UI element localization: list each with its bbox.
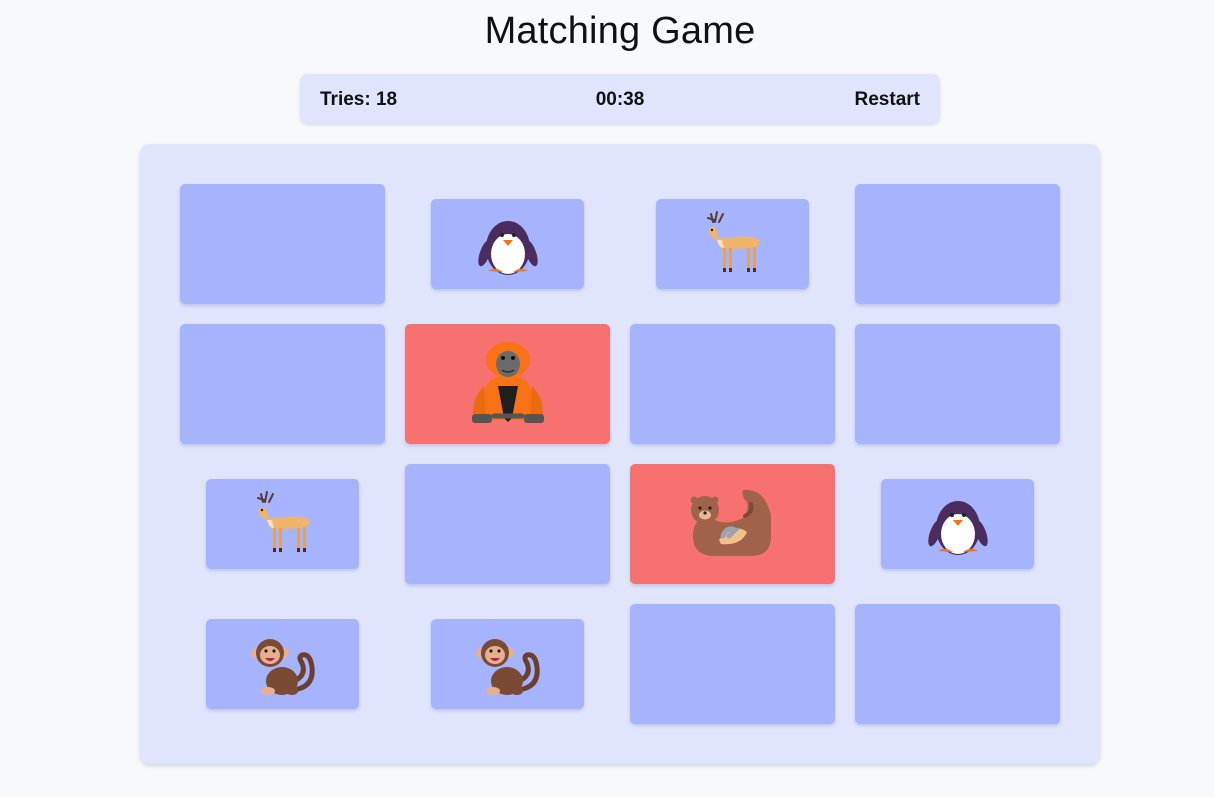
card-face-down[interactable] xyxy=(180,324,385,444)
orangutan-icon xyxy=(471,342,544,423)
monkey-icon xyxy=(250,639,315,695)
card-face-down[interactable] xyxy=(180,184,385,304)
card-flipped-orangutan xyxy=(405,324,610,444)
card-face-down[interactable] xyxy=(630,604,835,724)
card-face-down[interactable] xyxy=(855,604,1060,724)
card-face-down[interactable] xyxy=(855,184,1060,304)
deer-icon xyxy=(256,491,309,552)
card-flipped-otter xyxy=(630,464,835,584)
card-face-down[interactable] xyxy=(405,464,610,584)
card-matched-penguin xyxy=(881,479,1034,569)
penguin-icon xyxy=(477,221,538,275)
restart-button[interactable]: Restart xyxy=(855,89,920,111)
card-matched-deer xyxy=(656,199,809,289)
card-matched-monkey xyxy=(206,619,359,709)
status-bar: Tries: 18 00:38 Restart xyxy=(300,74,940,124)
card-matched-deer xyxy=(206,479,359,569)
deer-icon xyxy=(706,211,759,272)
timer: 00:38 xyxy=(595,89,645,110)
page-title: Matching Game xyxy=(484,10,756,52)
card-face-down[interactable] xyxy=(855,324,1060,444)
card-matched-penguin xyxy=(431,199,584,289)
penguin-icon xyxy=(927,501,988,555)
card-face-down[interactable] xyxy=(630,324,835,444)
card-matched-monkey xyxy=(431,619,584,709)
monkey-icon xyxy=(475,639,540,695)
game-board xyxy=(140,144,1100,764)
otter-icon xyxy=(690,489,771,556)
